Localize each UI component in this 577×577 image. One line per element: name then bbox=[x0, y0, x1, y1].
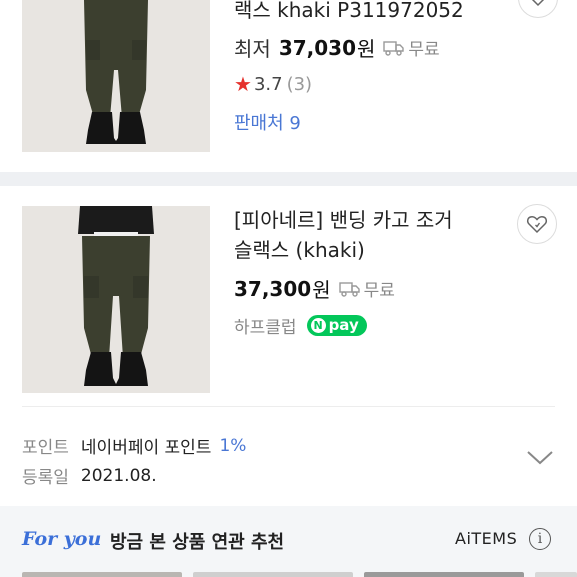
wishlist-button-2[interactable] bbox=[517, 204, 557, 244]
wishlist-button-1[interactable] bbox=[518, 0, 558, 18]
sellers-link[interactable]: 판매처 9 bbox=[234, 109, 301, 135]
rating-value: 3.7 bbox=[253, 73, 283, 95]
heart-icon bbox=[526, 216, 548, 234]
rating-row-1: ★ 3.7 (3) bbox=[234, 72, 312, 96]
recommend-thumb[interactable] bbox=[22, 572, 182, 577]
product-image-1[interactable] bbox=[22, 0, 210, 152]
currency-label: 원 bbox=[357, 37, 376, 61]
price-row-2: 37,300 원 무료 bbox=[234, 274, 395, 303]
star-icon: ★ bbox=[234, 72, 252, 96]
date-label: 등록일 bbox=[22, 468, 69, 488]
product-title-2a[interactable]: [피아네르] 밴딩 카고 조거 bbox=[234, 206, 453, 234]
for-you-title: 방금 본 상품 연관 추천 bbox=[110, 532, 285, 553]
npay-n-icon: N bbox=[310, 317, 326, 333]
date-row: 등록일 2021.08. bbox=[22, 463, 157, 489]
shipping-label-2: 무료 bbox=[363, 281, 395, 301]
mall-name[interactable]: 하프클럽 bbox=[234, 313, 297, 338]
point-label: 포인트 bbox=[22, 438, 69, 458]
npay-badge: N pay bbox=[306, 315, 367, 336]
point-value: 네이버페이 포인트 bbox=[80, 438, 212, 458]
price-value-2: 37,300 bbox=[234, 276, 312, 301]
for-you-logo: For you bbox=[22, 528, 102, 550]
recommend-thumb[interactable] bbox=[535, 572, 577, 577]
recommend-thumb[interactable] bbox=[364, 572, 524, 577]
info-icon[interactable]: i bbox=[529, 528, 551, 550]
price-row-1: 최저 37,030 원 무료 bbox=[234, 33, 440, 62]
recommendation-strip bbox=[0, 572, 577, 577]
shipping-label-1: 무료 bbox=[408, 40, 440, 60]
recommend-thumb[interactable] bbox=[193, 572, 353, 577]
product-title-1[interactable]: 랙스 khaki P311972052 bbox=[234, 0, 464, 24]
shipping-info-1: 무료 bbox=[383, 35, 440, 60]
truck-icon bbox=[383, 40, 405, 56]
pants-photo-icon bbox=[22, 206, 210, 393]
card-separator bbox=[0, 172, 577, 186]
product-card-2[interactable]: [피아네르] 밴딩 카고 조거 슬랙스 (khaki) 37,300 원 무료 … bbox=[0, 186, 577, 506]
truck-icon bbox=[338, 281, 360, 297]
product-image-2[interactable] bbox=[22, 206, 210, 393]
point-row: 포인트 네이버페이 포인트 1% bbox=[22, 433, 247, 459]
product-card-1[interactable]: 랙스 khaki P311972052 최저 37,030 원 무료 ★ 3.7… bbox=[0, 0, 577, 172]
pants-photo-icon bbox=[22, 0, 210, 152]
product-title-2b[interactable]: 슬랙스 (khaki) bbox=[234, 236, 365, 264]
chevron-down-icon[interactable] bbox=[526, 450, 554, 466]
aitems-brand: AiTEMS bbox=[455, 529, 518, 548]
review-count: (3) bbox=[286, 73, 313, 95]
price-value-1: 37,030 bbox=[278, 35, 356, 60]
section-divider bbox=[22, 406, 555, 407]
mall-row: 하프클럽 N pay bbox=[234, 313, 367, 338]
for-you-section: For you 방금 본 상품 연관 추천 AiTEMS i bbox=[0, 506, 577, 577]
lowest-price-label: 최저 bbox=[234, 37, 271, 61]
date-value: 2021.08. bbox=[80, 465, 157, 486]
heart-icon bbox=[531, 0, 545, 7]
shipping-info-2: 무료 bbox=[338, 276, 395, 301]
npay-label: pay bbox=[328, 316, 359, 334]
point-percent: 1% bbox=[219, 435, 247, 456]
currency-label: 원 bbox=[312, 278, 331, 302]
